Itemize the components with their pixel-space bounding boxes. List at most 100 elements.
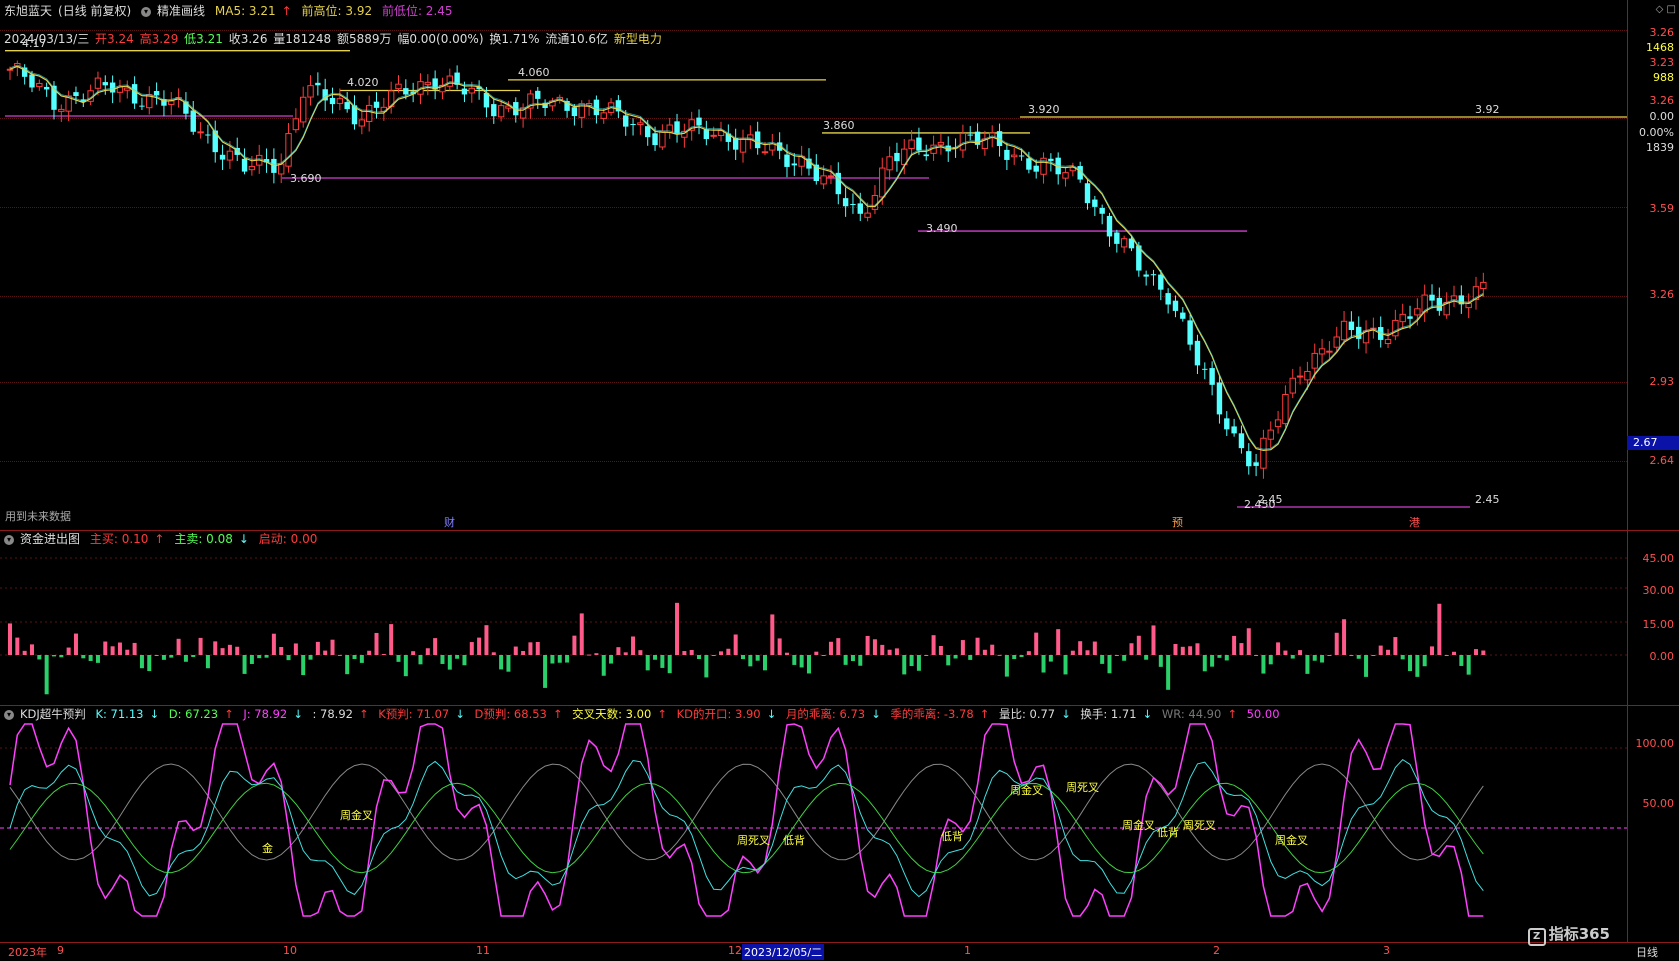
fund-bar — [1151, 625, 1156, 655]
fund-bar — [1356, 655, 1361, 659]
fund-bar — [484, 625, 489, 655]
candle-body — [894, 152, 900, 162]
restore-icon[interactable]: ◇ — [1656, 4, 1664, 15]
fund-bar — [902, 655, 907, 675]
fund-bar — [1158, 655, 1163, 667]
candle-body — [1004, 149, 1010, 160]
fund-bar — [191, 655, 196, 657]
fund-bar — [528, 642, 533, 655]
candlestick-chart[interactable] — [0, 0, 1627, 530]
fund-histogram[interactable] — [0, 530, 1627, 705]
candle-body — [468, 87, 475, 94]
cursor-price-box: 2.67 — [1627, 436, 1679, 450]
kdj-signal-label: 周死叉 — [737, 834, 770, 847]
fund-bar — [1400, 655, 1405, 660]
candle-body — [344, 102, 350, 110]
level-label: 3.860 — [823, 118, 855, 132]
candle-body — [424, 81, 432, 86]
price-axis-label: 3.59 — [1649, 202, 1675, 215]
fund-bar — [1070, 650, 1075, 655]
fund-bar — [762, 655, 767, 671]
fund-bar — [1422, 655, 1427, 667]
fund-bar — [1268, 655, 1273, 665]
fund-bar — [1290, 655, 1295, 659]
fund-bar — [315, 641, 320, 655]
fund-bar — [535, 641, 540, 655]
fund-axis-label: 0.00 — [1649, 650, 1675, 663]
fund-bar — [403, 655, 408, 677]
fund-bar — [205, 655, 210, 669]
candle-body — [1326, 350, 1333, 353]
fund-bar — [381, 654, 386, 656]
price-axis-label: 988 — [1653, 71, 1674, 84]
fund-bar — [301, 655, 306, 676]
fund-bar — [887, 649, 892, 655]
fund-bar — [1034, 632, 1039, 655]
fund-bar — [1246, 628, 1251, 655]
fund-bar — [982, 649, 987, 655]
candle-body — [226, 150, 234, 161]
kdj-signal-label: 周死叉 — [1183, 819, 1216, 832]
kdj-axis: 100.00 50.00 — [1627, 705, 1679, 942]
price-axis-label: 0.00% — [1639, 126, 1674, 139]
candle-body — [1318, 348, 1326, 355]
fund-bar — [359, 655, 364, 663]
candle-body — [1399, 313, 1406, 323]
kdj-j-line — [9, 723, 1484, 917]
candle-body — [1026, 158, 1032, 170]
fund-bar — [491, 652, 496, 655]
candle-body — [1384, 338, 1392, 345]
candle-body — [248, 165, 256, 171]
fund-bar — [1415, 655, 1420, 677]
candle-body — [967, 134, 973, 136]
fund-bar — [271, 633, 276, 655]
fund-bar — [293, 643, 298, 655]
fund-bar — [1481, 650, 1486, 655]
kdj-signal-label: 周金叉 — [340, 809, 373, 822]
fund-bar — [1122, 655, 1127, 661]
candle-body — [820, 175, 827, 185]
fund-bar — [425, 648, 430, 655]
candle-body — [645, 126, 651, 138]
candle-body — [1282, 393, 1289, 425]
candle-body — [395, 83, 402, 90]
candle-body — [124, 87, 131, 91]
price-axis-label: 2.64 — [1649, 454, 1675, 467]
candle-body — [630, 124, 636, 126]
ma5-line — [9, 65, 1484, 452]
kdj-signal-label: 周金叉 — [1122, 819, 1155, 832]
fund-bar — [1048, 655, 1053, 662]
candle-body — [1194, 340, 1201, 366]
fund-bar — [161, 655, 166, 660]
kdj-signal-label: 低背 — [941, 830, 963, 843]
candle-body — [850, 203, 856, 205]
candle-body — [1253, 462, 1259, 466]
fund-bar — [462, 655, 467, 666]
candle-body — [784, 154, 790, 167]
fund-bar — [367, 650, 372, 655]
candle-body — [336, 98, 344, 104]
period-label[interactable]: 日线 — [1636, 944, 1658, 960]
fund-bar — [587, 654, 592, 656]
fund-bar — [1004, 655, 1009, 677]
candle-body — [1260, 437, 1267, 469]
fund-bar — [1173, 643, 1178, 655]
kdj-chart[interactable] — [0, 705, 1627, 942]
fund-bar — [645, 655, 650, 671]
time-axis-label: 2023年 — [8, 946, 47, 959]
fund-bar — [616, 647, 621, 655]
window-controls[interactable]: ◇ □ — [1656, 4, 1676, 15]
time-axis[interactable]: 2023年 9 10 11 12 2023/12/05/二 1 2 3 日线 — [0, 942, 1679, 961]
price-axis-label: 3.26 — [1649, 94, 1675, 107]
close-icon[interactable]: □ — [1667, 4, 1676, 15]
time-axis-label: 12 — [728, 944, 742, 957]
fund-bar — [909, 655, 914, 667]
fund-bar — [345, 655, 350, 675]
fund-bar — [389, 624, 394, 655]
fund-bar — [147, 655, 152, 672]
candle-body — [674, 121, 680, 134]
fund-bar — [433, 638, 438, 655]
fund-axis-label: 30.00 — [1642, 584, 1675, 597]
fund-bar — [110, 646, 115, 655]
fund-bar — [88, 655, 93, 661]
